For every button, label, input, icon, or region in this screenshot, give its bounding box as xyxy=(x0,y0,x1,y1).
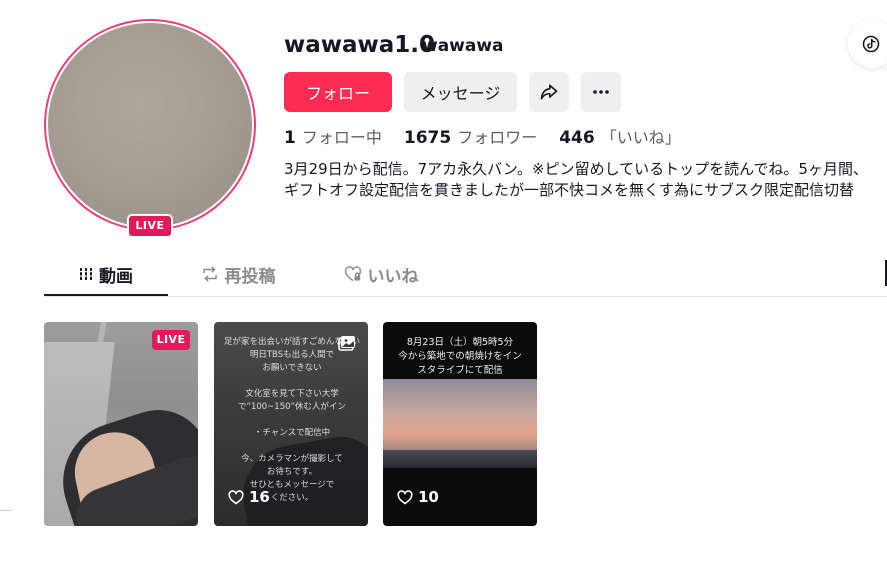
tab-reposts-label: 再投稿 xyxy=(224,266,276,287)
profile-stats: 1 フォロー中 1675 フォロワー 446 「いいね」 xyxy=(284,124,703,148)
video-like-count: 16 xyxy=(228,488,270,506)
video-card[interactable]: LIVE xyxy=(44,322,198,526)
tiktok-corner-button[interactable] xyxy=(848,20,887,68)
username: wawawa1.0 xyxy=(284,32,436,58)
tab-videos-label: 動画 xyxy=(99,266,133,287)
profile-tabs: 動画 再投稿 いいね xyxy=(44,252,887,297)
following-label[interactable]: フォロー中 xyxy=(302,124,382,148)
nickname: wawawa xyxy=(422,36,504,56)
profile-page: LIVE wawawa1.0 wawawa フォロー メッセージ 1 フォロー中… xyxy=(0,0,887,565)
grid-icon xyxy=(80,268,92,280)
video-like-number: 10 xyxy=(418,488,439,506)
video-overlay-text: 足が家を出会いが話すごめんなさい 明日TBSも出る人間で お願いできない 文化室… xyxy=(224,337,361,503)
tab-likes-label: いいね xyxy=(367,266,419,287)
active-tab-indicator xyxy=(44,294,168,296)
tab-videos[interactable]: 動画 xyxy=(44,252,168,296)
video-like-count: 10 xyxy=(397,488,439,506)
heart-lock-icon xyxy=(344,266,361,282)
likes-count: 446 xyxy=(559,128,595,148)
heart-outline-icon xyxy=(397,489,413,504)
follow-button[interactable]: フォロー xyxy=(284,72,392,112)
share-button[interactable] xyxy=(529,72,569,112)
tab-likes[interactable]: いいね xyxy=(319,252,443,296)
photo-icon xyxy=(338,336,355,351)
avatar-image xyxy=(48,23,252,227)
heart-outline-icon xyxy=(228,489,244,504)
avatar-live-badge[interactable]: LIVE xyxy=(127,214,173,238)
profile-avatar[interactable] xyxy=(44,19,256,231)
edge-divider xyxy=(0,510,12,511)
tiktok-icon xyxy=(862,35,880,53)
followers-label[interactable]: フォロワー xyxy=(457,124,537,148)
more-icon xyxy=(593,90,609,94)
video-thumbnail-city xyxy=(383,450,537,468)
tab-reposts[interactable]: 再投稿 xyxy=(176,252,300,296)
video-overlay-text: 8月23日（土）朝5時5分 今から築地での朝焼けをイン スタライブにて配信 xyxy=(398,337,522,376)
video-card[interactable]: 8月23日（土）朝5時5分 今から築地での朝焼けをイン スタライブにて配信 10 xyxy=(383,322,537,526)
more-options-button[interactable] xyxy=(581,72,621,112)
profile-bio: 3月29日から配信。7アカ永久バン。※ピン留めしているトップを読んでね。5ヶ月間… xyxy=(284,160,868,199)
likes-label: 「いいね」 xyxy=(600,128,681,147)
share-icon xyxy=(540,84,558,100)
followers-count[interactable]: 1675 xyxy=(404,128,451,148)
repost-icon xyxy=(202,266,217,282)
video-card[interactable]: 足が家を出会いが話すごめんなさい 明日TBSも出る人間で お願いできない 文化室… xyxy=(214,322,368,526)
video-like-number: 16 xyxy=(249,488,270,506)
following-count[interactable]: 1 xyxy=(284,128,296,148)
video-live-badge: LIVE xyxy=(152,330,190,350)
message-button[interactable]: メッセージ xyxy=(404,72,517,112)
